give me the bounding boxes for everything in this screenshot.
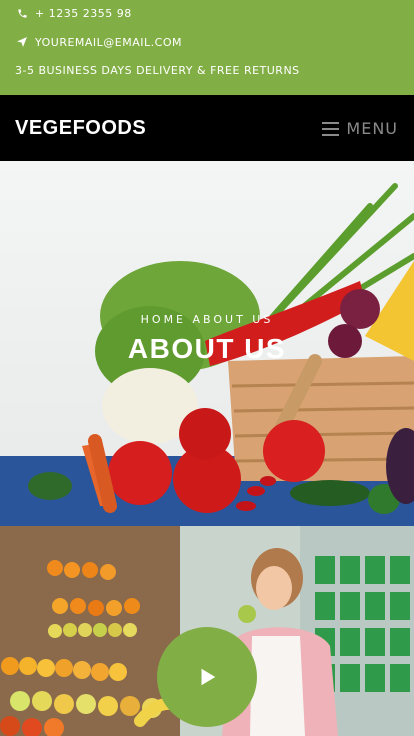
menu-toggle-button[interactable]: MENU xyxy=(322,119,398,138)
email-row[interactable]: YOUREMAIL@EMAIL.COM xyxy=(15,35,182,49)
main-navbar: VEGEFOODS MENU xyxy=(0,95,414,161)
phone-row[interactable]: + 1235 2355 98 xyxy=(15,6,132,20)
menu-label: MENU xyxy=(346,119,398,138)
breadcrumb[interactable]: HOME ABOUT US xyxy=(0,313,414,326)
email-address: YOUREMAIL@EMAIL.COM xyxy=(35,35,182,49)
hero-banner: HOME ABOUT US ABOUT US xyxy=(0,161,414,526)
play-video-button[interactable] xyxy=(157,627,257,727)
hamburger-icon xyxy=(322,121,340,136)
play-icon xyxy=(201,668,216,686)
top-contact-bar: + 1235 2355 98 YOUREMAIL@EMAIL.COM 3-5 B… xyxy=(0,0,414,95)
shipping-text: 3-5 BUSINESS DAYS DELIVERY & FREE RETURN… xyxy=(15,64,300,77)
video-section xyxy=(0,526,414,736)
page-title: ABOUT US xyxy=(127,333,287,364)
phone-number: + 1235 2355 98 xyxy=(35,6,132,20)
shipping-info: 3-5 BUSINESS DAYS DELIVERY & FREE RETURN… xyxy=(15,64,300,77)
phone-icon xyxy=(15,6,29,20)
paper-plane-icon xyxy=(15,35,29,49)
brand-logo[interactable]: VEGEFOODS xyxy=(15,117,146,140)
